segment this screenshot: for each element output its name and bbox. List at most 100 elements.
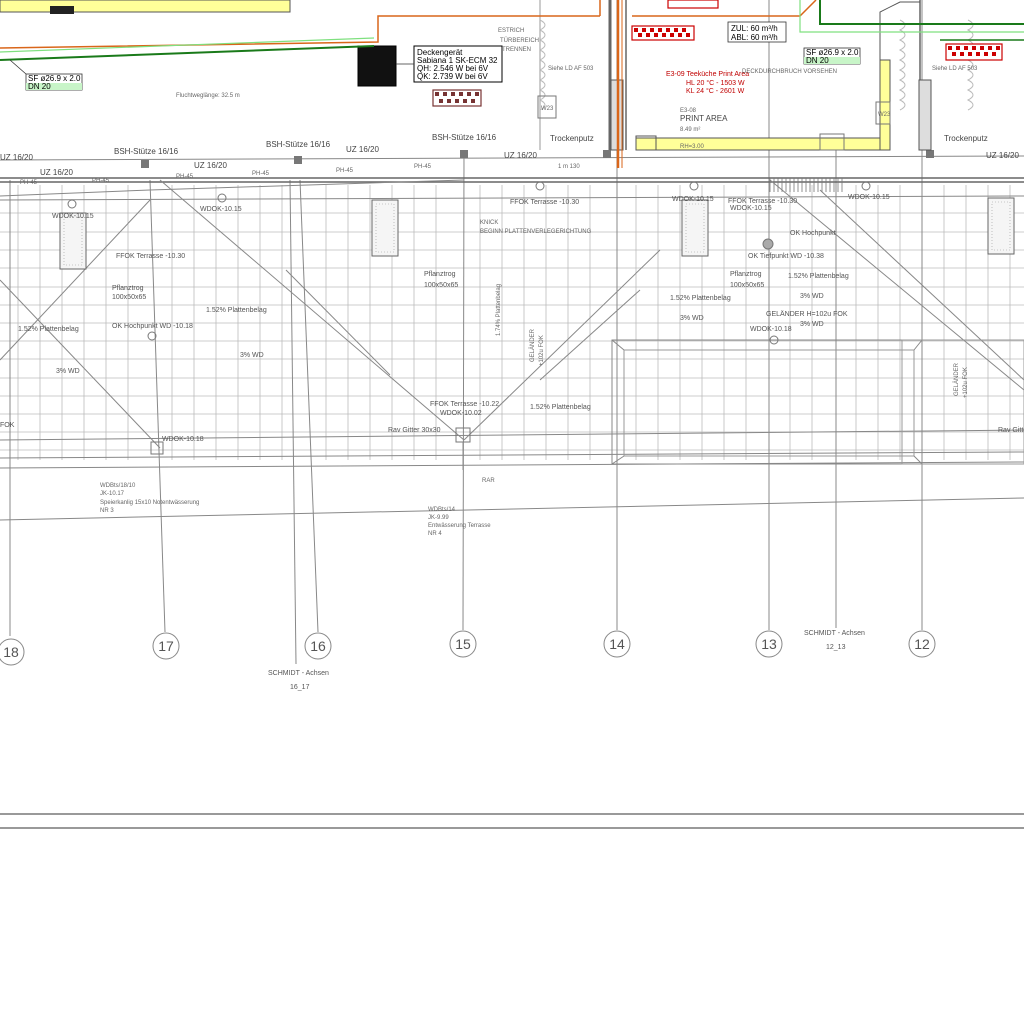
slope-label-3: 1.52% Plattenbelag <box>670 295 731 302</box>
ffok-partial-left: FOK <box>0 422 15 429</box>
slope-label-5: 1.52% Plattenbelag <box>530 404 591 411</box>
planter-dim-2: 100x50x65 <box>424 282 458 289</box>
knick-label: KNICK <box>480 220 498 226</box>
wall-type-right: W23 <box>878 112 891 118</box>
railing-vertical-1-height: +102u FOK <box>539 335 545 366</box>
slope-label-2: 1.52% Plattenbelag <box>206 307 267 314</box>
axis-bubble-17[interactable]: 17 <box>152 632 180 660</box>
kitchen-cooling-load: KL 24 °C - 2601 W <box>686 87 745 95</box>
railing-vertical-2: GELÄNDER <box>953 362 960 396</box>
axis-label-17: 17 <box>158 638 174 654</box>
axis-bubble-15[interactable]: 15 <box>449 630 477 658</box>
beam-label-2: UZ 16/20 <box>40 168 73 177</box>
wdok-label-7: WDOK-10.18 <box>162 436 204 443</box>
low-point-label: OK Tiefpunkt WD -10.38 <box>748 253 824 260</box>
planter-label-1: Pflanztrog <box>112 285 144 292</box>
drain-3-level: JK-10.17 <box>100 491 125 497</box>
beam-label-5: UZ 16/20 <box>504 151 537 160</box>
wd-slope-5: 3% WD <box>800 321 824 328</box>
slope-label-vertical: 1.74% Plattenbelag <box>496 284 502 336</box>
slope-label-4: 1.52% Plattenbelag <box>788 273 849 280</box>
ph-label-1: PH-45 <box>20 180 38 186</box>
rar-label: RAR <box>482 478 495 484</box>
trennen-label: TRENNEN <box>502 47 531 53</box>
column-label-2: BSH-Stütze 16/16 <box>266 140 331 149</box>
tuerbereich-label: TÜRBEREICH <box>500 37 539 44</box>
dn-label-right: DN 20 <box>806 56 829 65</box>
see-detail-left: Siehe LD AF 503 <box>548 66 594 72</box>
wdok-label-6: WDOK-10.18 <box>750 326 792 333</box>
room-name: PRINT AREA <box>680 114 728 123</box>
see-detail-right: Siehe LD AF 503 <box>932 66 978 72</box>
axis-label-12: 12 <box>914 636 930 652</box>
planter-dim-1: 100x50x65 <box>112 294 146 301</box>
ffok-label-2: FFOK Terrasse -10.30 <box>116 253 185 260</box>
schmidt-axes-right-title: SCHMIDT - Achsen <box>804 630 865 637</box>
kitchen-heating-load: HL 20 °C - 1503 W <box>686 79 745 87</box>
beam-label-6: UZ 16/20 <box>986 151 1019 160</box>
axis-label-18: 18 <box>3 644 19 660</box>
axis-bubble-18[interactable]: 18 <box>0 638 25 666</box>
axis-label-16: 16 <box>310 638 326 654</box>
exhaust-air-label: ABL: 60 m³/h <box>731 33 778 42</box>
paving-start-label: BEGINN PLATTENVERLEGERICHTUNG <box>480 229 592 235</box>
railing-vertical-1: GELÄNDER <box>529 328 536 362</box>
slope-lines <box>0 179 1024 449</box>
axis-bubble-12[interactable]: 12 <box>908 630 936 658</box>
drain-4-nr: NR 4 <box>428 531 442 537</box>
wdok-label-4: WDOK-10.15 <box>848 194 890 201</box>
drain-4-level: JK-9.99 <box>428 515 449 521</box>
ffok-label-3: FFOK Terrasse -10.30 <box>728 198 797 205</box>
drain-4-desc: Entwässerung Terrasse <box>428 523 491 529</box>
axis-bubble-16[interactable]: 16 <box>304 632 332 660</box>
high-point-short: OK Hochpunkt <box>790 230 836 237</box>
axis-bubbles: 18 17 16 15 14 13 12 <box>0 630 936 666</box>
room-area: 8.49 m² <box>680 127 700 133</box>
wd-slope-3: 3% WD <box>680 315 704 322</box>
planter-dim-3: 100x50x65 <box>730 282 764 289</box>
escape-route-length: Fluchtweglänge: 32.5 m <box>176 93 240 99</box>
ffok-label-4: FFOK Terrasse -10.22 <box>430 401 499 408</box>
grate-label-1: Rav Gitter 30x30 <box>388 427 441 434</box>
wd-slope-2: 3% WD <box>240 352 264 359</box>
beam-label-1: UZ 16/20 <box>0 153 33 162</box>
drawing-viewport[interactable]: SF ø26.9 x 2.0 DN 20 SF ø26.9 x 2.0 DN 2… <box>0 0 1024 1024</box>
high-point-label: OK Hochpunkt WD -10.18 <box>112 323 193 330</box>
planter-label-3: Pflanztrog <box>730 271 762 278</box>
ph-label-5: PH-45 <box>336 168 354 174</box>
axis-label-13: 13 <box>761 636 777 652</box>
schmidt-axes-left-title: SCHMIDT - Achsen <box>268 670 329 677</box>
wdok-label-5: WDOK-10.15 <box>730 205 772 212</box>
planter-label-2: Pflanztrog <box>424 271 456 278</box>
column-label-3: BSH-Stütze 16/16 <box>432 133 497 142</box>
wd-slope-4: 3% WD <box>800 293 824 300</box>
room-height: RH=3.00 <box>680 144 705 150</box>
drain-3-desc: Speierkanlig 15x10 Notentwässerung <box>100 500 199 506</box>
schmidt-axes-left-range: 16_17 <box>290 684 310 691</box>
labels: SF ø26.9 x 2.0 DN 20 SF ø26.9 x 2.0 DN 2… <box>0 24 1024 691</box>
wall-type-left: W23 <box>541 106 554 112</box>
ph-label-6: PH-45 <box>414 164 432 170</box>
drain-4-id: WDBts/14 <box>428 507 456 513</box>
dry-plaster-right: Trockenputz <box>944 134 988 143</box>
supply-air-label: ZUL: 60 m³/h <box>731 24 778 33</box>
estrich-label: ESTRICH <box>498 28 524 34</box>
kitchen-room-label: E3-09 Teeküche Print Area <box>666 71 749 78</box>
wdok-label-1: WDOK-10.15 <box>52 213 94 220</box>
drain-3-id: WDBts/18/10 <box>100 483 136 489</box>
axis-label-14: 14 <box>609 636 625 652</box>
wdok-label-2: WDOK-10.15 <box>200 206 242 213</box>
railing-height-label: GELÄNDER H=102u FOK <box>766 310 848 318</box>
axis-bubble-14[interactable]: 14 <box>603 630 631 658</box>
grate-label-2: Rav Gitter 30x30 <box>998 427 1024 434</box>
slope-label-1: 1.52% Plattenbelag <box>18 326 79 333</box>
floor-plan-drawing[interactable]: SF ø26.9 x 2.0 DN 20 SF ø26.9 x 2.0 DN 2… <box>0 0 1024 1024</box>
beam-label-3: UZ 16/20 <box>194 161 227 170</box>
axis-label-15: 15 <box>455 636 471 652</box>
railing-vertical-2-height: +102u FOK <box>963 367 969 398</box>
wdok-label-8: WDOK-10.02 <box>440 410 482 417</box>
ph-label-4: PH-45 <box>252 171 270 177</box>
ceiling-penetration-note: DECKDURCHBRUCH VORSEHEN <box>742 69 837 75</box>
dn-label-left: DN 20 <box>28 82 51 91</box>
axis-bubble-13[interactable]: 13 <box>755 630 783 658</box>
